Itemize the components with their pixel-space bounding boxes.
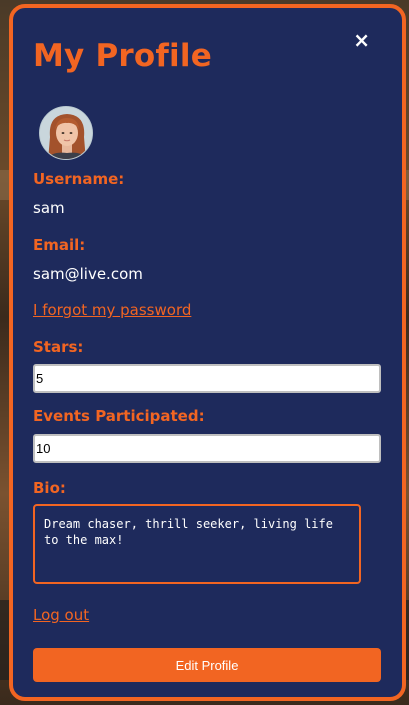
logout-link[interactable]: Log out — [33, 606, 89, 624]
forgot-password-link[interactable]: I forgot my password — [33, 301, 191, 319]
email-value: sam@live.com — [33, 265, 143, 283]
avatar-image — [40, 107, 92, 159]
profile-modal: × My Profile Username: sam Email: sam@li… — [9, 4, 406, 701]
bio-textarea[interactable]: Dream chaser, thrill seeker, living life… — [33, 504, 361, 584]
events-input[interactable] — [33, 434, 381, 463]
close-icon[interactable]: × — [353, 30, 370, 50]
stars-input[interactable] — [33, 364, 381, 393]
username-label: Username: — [33, 170, 125, 188]
avatar — [39, 106, 93, 160]
username-value: sam — [33, 199, 65, 217]
edit-profile-button[interactable]: Edit Profile — [33, 648, 381, 682]
modal-title: My Profile — [33, 38, 212, 74]
bio-label: Bio: — [33, 479, 66, 497]
email-label: Email: — [33, 236, 86, 254]
stars-label: Stars: — [33, 338, 84, 356]
events-label: Events Participated: — [33, 407, 205, 425]
